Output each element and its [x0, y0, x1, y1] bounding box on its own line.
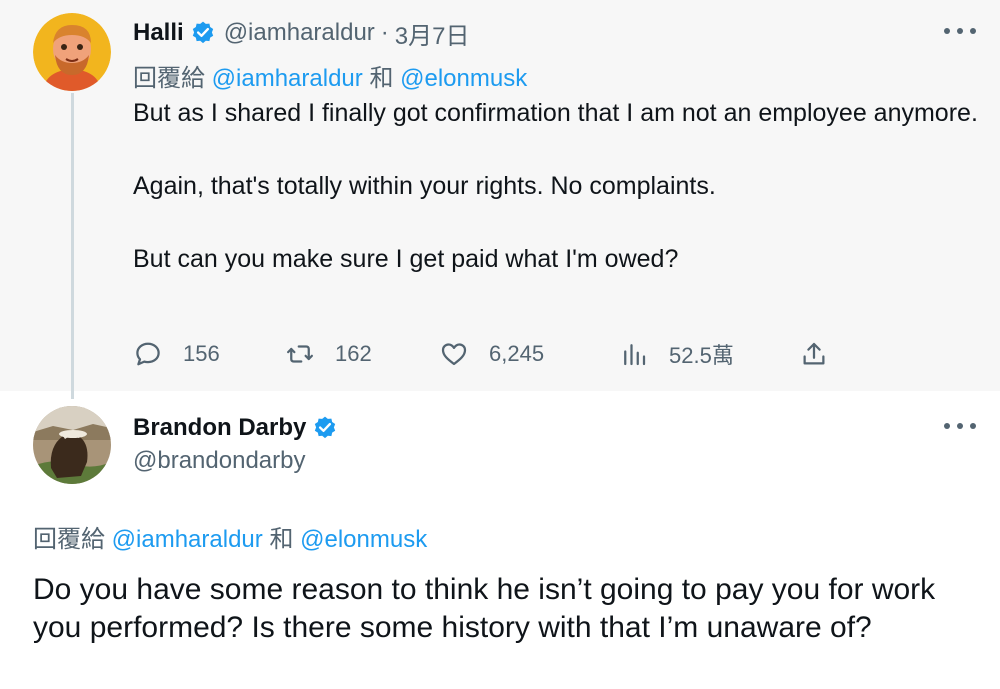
tweet1-header: Halli @iamharaldur · 3月7日 [133, 15, 469, 51]
tweet-date[interactable]: 3月7日 [395, 16, 470, 51]
mention-link[interactable]: @iamharaldur [212, 65, 363, 92]
more-dots-icon[interactable] [940, 416, 980, 436]
share-button[interactable] [799, 339, 829, 369]
views-button[interactable]: 52.5萬 [619, 338, 799, 370]
heart-icon [441, 343, 467, 366]
reply-button[interactable]: 156 [133, 339, 285, 369]
halli-avatar[interactable] [33, 13, 111, 91]
separator-dot: · [380, 19, 389, 46]
reply-bubble-icon [136, 342, 160, 366]
mention-link[interactable]: @elonmusk [300, 526, 427, 553]
reply-count: 156 [183, 341, 220, 366]
verified-badge-icon [190, 20, 216, 46]
author-name[interactable]: Brandon Darby [133, 414, 306, 442]
like-count: 6,245 [489, 341, 545, 366]
replying-to-joiner: 和 [269, 526, 294, 553]
view-count: 52.5萬 [669, 343, 734, 368]
replying-to-line: 回覆給 @iamharaldur 和 @elonmusk [133, 58, 527, 93]
tweet1-body: But as I shared I finally got confirmati… [133, 95, 983, 278]
author-handle[interactable]: @brandondarby [133, 447, 305, 475]
replying-to-joiner: 和 [369, 65, 394, 92]
brandon-darby-avatar[interactable] [33, 406, 111, 484]
verified-badge-icon [312, 415, 338, 441]
tweet2-body: Do you have some reason to think he isn’… [33, 573, 936, 644]
thread-connector-line [71, 93, 74, 399]
replying-to-label: 回覆給 [33, 526, 105, 553]
share-upload-icon [803, 342, 825, 365]
author-name[interactable]: Halli [133, 19, 184, 47]
mention-link[interactable]: @elonmusk [400, 65, 527, 92]
retweet-icon [287, 345, 313, 363]
replying-to-label: 回覆給 [133, 65, 205, 92]
tweet-text-line: But can you make sure I get paid what I'… [133, 245, 679, 273]
mention-link[interactable]: @iamharaldur [112, 526, 263, 553]
bar-chart-icon [624, 344, 646, 366]
author-handle[interactable]: @iamharaldur [224, 19, 375, 47]
tweet-text-line: Again, that's totally within your rights… [133, 172, 716, 200]
like-button[interactable]: 6,245 [439, 339, 619, 369]
replying-to-line: 回覆給 @iamharaldur 和 @elonmusk [33, 519, 427, 554]
tweet2-header: Brandon Darby [133, 410, 338, 446]
more-dots-icon[interactable] [940, 21, 980, 41]
retweet-count: 162 [335, 341, 372, 366]
retweet-button[interactable]: 162 [285, 339, 439, 369]
tweet1-action-bar: 156 162 6,245 52.5萬 [133, 334, 829, 374]
tweet-text-line: But as I shared I finally got confirmati… [133, 99, 978, 127]
